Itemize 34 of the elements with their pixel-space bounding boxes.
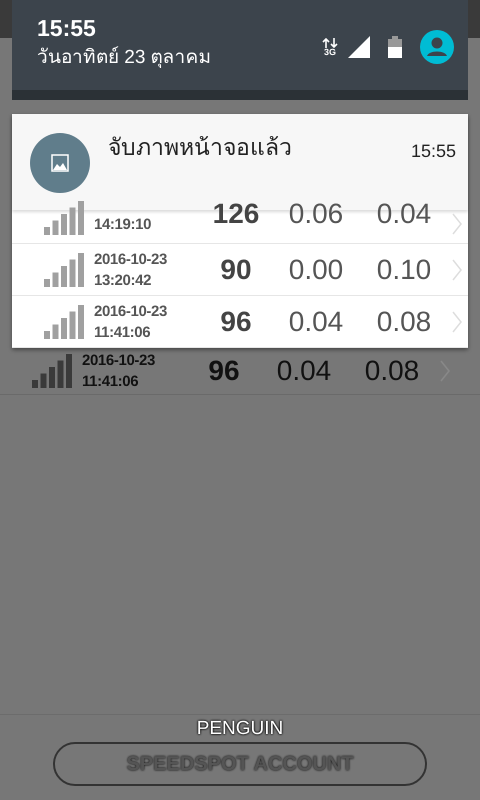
username: PENGUIN [196,717,284,741]
test-date: 2016-10-23 [94,302,168,322]
user-avatar-icon[interactable] [420,30,454,64]
test-time: 11:41:06 [82,372,140,392]
ping-value: 96 [207,354,241,388]
upload-value: 0.10 [376,252,432,286]
download-value: 0.06 [288,197,344,231]
upload-value: 0.08 [364,354,420,388]
download-value: 0.00 [288,252,344,286]
notification-title: จับภาพหน้าจอแล้ว [108,133,292,162]
cell-signal-icon [348,36,370,58]
test-time: 14:19:10 [94,215,152,235]
clock-time: 15:55 [37,14,97,42]
battery-icon [388,36,402,58]
notification-time: 15:55 [410,140,456,163]
ping-value: 96 [219,304,253,338]
image-icon [30,133,90,193]
upload-value: 0.04 [376,197,432,231]
ping-value: 90 [219,252,253,286]
signal-bars-icon [44,304,84,338]
download-value: 0.04 [276,354,332,388]
date-text: วันอาทิตย์ 23 ตุลาคม [37,45,212,70]
upload-value: 0.08 [376,304,432,338]
test-time: 11:41:06 [94,322,152,342]
signal-bars-icon [44,201,84,235]
test-date: 2016-10-23 [82,351,156,371]
signal-bars-icon [32,354,72,388]
download-value: 0.04 [288,304,344,338]
signal-bars-icon [44,252,84,286]
network-type: 3G [324,48,336,56]
test-date: 2016-10-23 [94,250,168,270]
ping-value: 126 [212,197,260,231]
test-time: 13:20:42 [94,270,152,290]
data-arrows-icon [322,38,338,48]
